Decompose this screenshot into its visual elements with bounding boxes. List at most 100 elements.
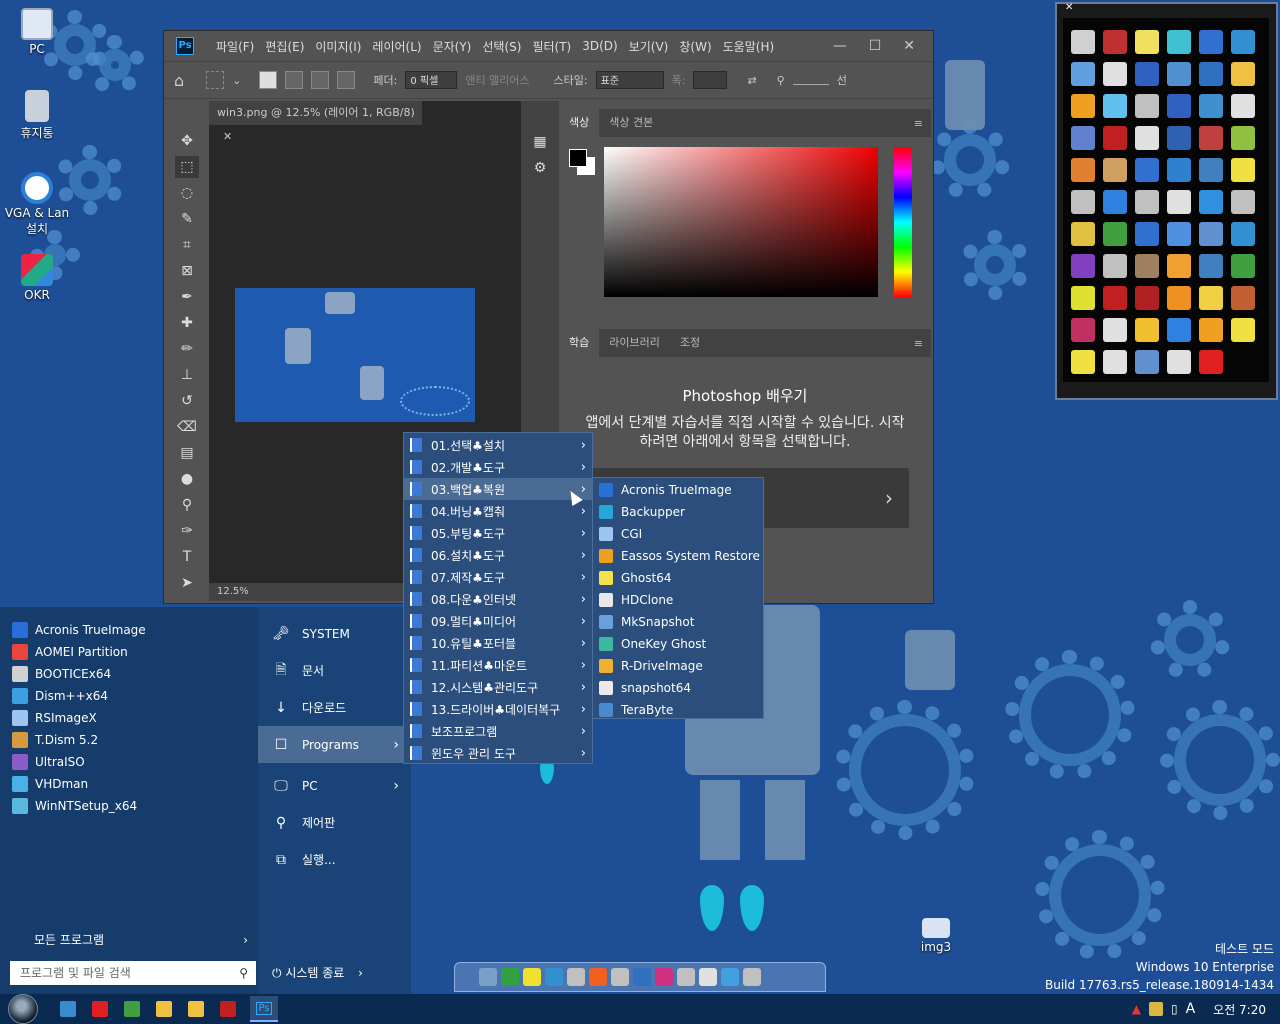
start-right-item[interactable]: ⚲ 제어판 xyxy=(258,804,411,841)
desktop-icon-okr[interactable]: OKR xyxy=(1,254,73,302)
battery-icon[interactable]: ▯ xyxy=(1171,1002,1178,1016)
minimize-button[interactable]: — xyxy=(833,38,847,54)
close-tab-icon[interactable]: ✕ xyxy=(223,130,232,143)
move-tool-icon[interactable]: ✥ xyxy=(175,130,199,152)
new-selection-icon[interactable] xyxy=(259,71,278,89)
properties-panel-icon[interactable]: ⚙ xyxy=(528,157,552,179)
tray-app-icon[interactable] xyxy=(1231,30,1255,54)
tray-app-icon[interactable] xyxy=(1167,62,1191,86)
document-tab[interactable]: win3.png @ 12.5% (레이어 1, RGB/8) ✕ xyxy=(209,101,422,143)
tray-app-icon[interactable] xyxy=(1071,222,1095,246)
marquee-tool-icon[interactable] xyxy=(206,71,225,89)
dock-app-icon[interactable] xyxy=(655,968,673,986)
tray-app-icon[interactable] xyxy=(1199,222,1223,246)
network-icon[interactable]: ▲ xyxy=(1132,1002,1141,1016)
start-right-item[interactable]: ↓ 다운로드 xyxy=(258,689,411,726)
backup-menu-item[interactable]: TeraByte xyxy=(593,699,763,721)
tray-app-icon[interactable] xyxy=(1135,190,1159,214)
close-icon[interactable]: ✕ xyxy=(1065,2,1073,13)
desktop-icon-img3[interactable]: img3 xyxy=(900,918,972,954)
tray-app-icon[interactable] xyxy=(1231,62,1255,86)
start-right-item[interactable]: ⧉ 실행... xyxy=(258,841,411,878)
tray-app-icon[interactable] xyxy=(1199,94,1223,118)
menu-edit[interactable]: 편집(E) xyxy=(265,38,304,55)
start-right-item[interactable]: 🗝 SYSTEM xyxy=(258,615,411,652)
menu-window[interactable]: 창(W) xyxy=(679,38,711,55)
backup-menu-item[interactable]: OneKey Ghost xyxy=(593,633,763,655)
programs-menu-item[interactable]: 07.제작♣도구 › xyxy=(404,566,592,588)
tray-app-icon[interactable] xyxy=(1148,1002,1163,1016)
document-canvas[interactable] xyxy=(235,288,475,422)
history-brush-tool-icon[interactable]: ↺ xyxy=(175,390,199,412)
pinned-program-item[interactable]: VHDman xyxy=(0,773,258,795)
pinned-program-item[interactable]: AOMEI Partition xyxy=(0,641,258,663)
tray-app-icon[interactable] xyxy=(1135,94,1159,118)
tray-app-icon[interactable] xyxy=(1103,190,1127,214)
dock-app-icon[interactable] xyxy=(501,968,519,986)
dock-app-icon[interactable] xyxy=(479,968,497,986)
dock-app-icon[interactable] xyxy=(743,968,761,986)
menu-file[interactable]: 파일(F) xyxy=(216,38,254,55)
tray-app-icon[interactable] xyxy=(1071,30,1095,54)
healing-brush-tool-icon[interactable]: ✚ xyxy=(175,312,199,334)
dock-app-icon[interactable] xyxy=(523,968,541,986)
tray-app-icon[interactable] xyxy=(1231,254,1255,278)
quick-selection-tool-icon[interactable]: ✎ xyxy=(175,208,199,230)
panel-menu-icon[interactable]: ≡ xyxy=(914,117,923,130)
taskbar-app-icon[interactable] xyxy=(156,1001,172,1017)
pinned-program-item[interactable]: Dism++x64 xyxy=(0,685,258,707)
tray-app-icon[interactable] xyxy=(1167,158,1191,182)
menu-image[interactable]: 이미지(I) xyxy=(315,38,361,55)
tab-libraries[interactable]: 라이브러리 xyxy=(599,329,670,357)
menu-layer[interactable]: 레이어(L) xyxy=(372,38,421,55)
rectangle-marquee-tool-icon[interactable]: ⬚ xyxy=(175,156,199,178)
lasso-tool-icon[interactable]: ◌ xyxy=(175,182,199,204)
taskbar-app-icon[interactable] xyxy=(188,1001,204,1017)
tray-app-icon[interactable] xyxy=(1135,126,1159,150)
tray-app-icon[interactable] xyxy=(1167,30,1191,54)
pinned-program-item[interactable]: RSImageX xyxy=(0,707,258,729)
tray-app-icon[interactable] xyxy=(1167,254,1191,278)
foreground-color-swatch[interactable] xyxy=(569,149,587,167)
start-right-item[interactable]: 🖵 PC › xyxy=(258,767,411,804)
backup-menu-item[interactable]: Ghost64 xyxy=(593,567,763,589)
tray-app-icon[interactable] xyxy=(1071,126,1095,150)
tab-learn[interactable]: 학습 xyxy=(559,329,600,357)
backup-menu-item[interactable]: Eassos System Restore xyxy=(593,545,763,567)
tray-app-icon[interactable] xyxy=(1199,254,1223,278)
tray-app-icon[interactable] xyxy=(1103,222,1127,246)
all-programs-button[interactable]: 모든 프로그램 › xyxy=(0,929,258,951)
backup-menu-item[interactable]: HDClone xyxy=(593,589,763,611)
crop-tool-icon[interactable]: ⌗ xyxy=(175,234,199,256)
gradient-tool-icon[interactable]: ▤ xyxy=(175,442,199,464)
chevron-down-icon[interactable]: ⌄ xyxy=(232,74,241,87)
eyedropper-tool-icon[interactable]: ✒ xyxy=(175,286,199,308)
dock-app-icon[interactable] xyxy=(677,968,695,986)
tab-swatches[interactable]: 색상 견본 xyxy=(599,109,663,137)
tab-adjustments[interactable]: 조정 xyxy=(670,329,710,357)
programs-menu-item[interactable]: 윈도우 관리 도구 › xyxy=(404,742,592,764)
tray-app-icon[interactable] xyxy=(1135,222,1159,246)
pinned-program-item[interactable]: WinNTSetup_x64 xyxy=(0,795,258,817)
dock-app-icon[interactable] xyxy=(633,968,651,986)
tray-app-icon[interactable] xyxy=(1103,350,1127,374)
pinned-program-item[interactable]: T.Dism 5.2 xyxy=(0,729,258,751)
blur-tool-icon[interactable]: ● xyxy=(175,468,199,490)
panel-menu-icon[interactable]: ≡ xyxy=(914,337,923,350)
hue-slider[interactable] xyxy=(894,147,912,297)
frame-tool-icon[interactable]: ⊠ xyxy=(175,260,199,282)
tray-app-icon[interactable] xyxy=(1071,158,1095,182)
history-panel-icon[interactable]: ▦ xyxy=(528,131,552,153)
feather-input[interactable]: 0 픽셀 xyxy=(405,71,458,89)
tray-app-icon[interactable] xyxy=(1167,286,1191,310)
dock-app-icon[interactable] xyxy=(545,968,563,986)
tray-app-icon[interactable] xyxy=(1135,350,1159,374)
programs-menu-item[interactable]: 03.백업♣복원 › xyxy=(404,478,592,500)
shutdown-button[interactable]: ⏻ 시스템 종료 › xyxy=(272,961,363,985)
menu-type[interactable]: 문자(Y) xyxy=(433,38,472,55)
dodge-tool-icon[interactable]: ⚲ xyxy=(175,494,199,516)
tray-app-icon[interactable] xyxy=(1167,222,1191,246)
start-button[interactable] xyxy=(8,994,38,1024)
tray-app-icon[interactable] xyxy=(1103,94,1127,118)
workspace-select[interactable] xyxy=(792,75,829,85)
